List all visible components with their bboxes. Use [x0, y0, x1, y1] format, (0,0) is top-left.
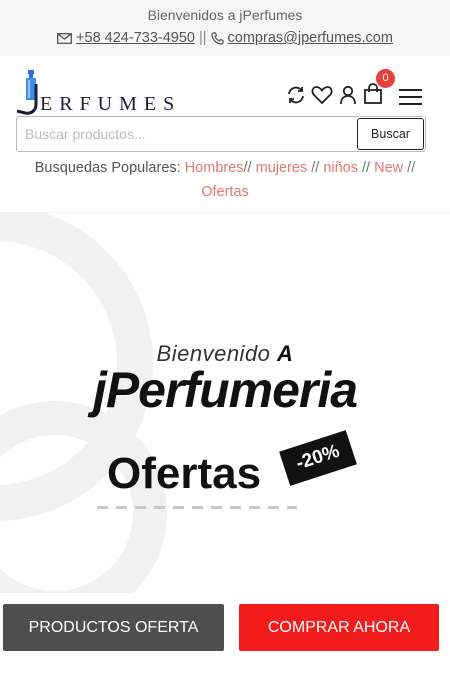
- hero-dashed-line: [97, 506, 297, 509]
- mail-icon: [57, 32, 72, 44]
- search-button[interactable]: Buscar: [357, 118, 424, 150]
- email-link[interactable]: compras@jperfumes.com: [228, 30, 393, 46]
- user-icon[interactable]: [339, 83, 357, 107]
- cart-count-badge: 0: [376, 69, 395, 88]
- popular-link-new[interactable]: New: [374, 160, 403, 176]
- contact-separator: ||: [198, 30, 207, 46]
- heart-icon[interactable]: [311, 83, 333, 107]
- logo-text: ERFUMES: [40, 93, 182, 115]
- popular-link-mujeres[interactable]: mujeres: [256, 160, 308, 176]
- top-bar: Bienvenidos a jPerfumes +58 424-733-4950…: [0, 0, 450, 56]
- hero-title: jPerfumeria: [92, 362, 358, 418]
- popular-link-hombres[interactable]: Hombres: [185, 160, 244, 176]
- search-bar: Buscar: [16, 116, 426, 152]
- hero-banner: Bienvenido A jPerfumeria Ofertas -20%: [0, 213, 450, 593]
- welcome-text: Bienvenidos a jPerfumes: [147, 7, 303, 23]
- hero-ofertas-text: Ofertas: [107, 449, 262, 498]
- popular-label: Busquedas Populares:: [34, 160, 181, 176]
- phone-icon: [210, 31, 224, 45]
- popular-link-ninos[interactable]: niños: [323, 160, 358, 176]
- popular-link-ofertas[interactable]: Ofertas: [201, 184, 249, 200]
- popular-searches: Busquedas Populares: Hombres// mujeres /…: [34, 160, 416, 200]
- search-input[interactable]: [17, 117, 357, 151]
- menu-icon[interactable]: [399, 85, 423, 109]
- refresh-icon[interactable]: [286, 83, 306, 107]
- phone-link[interactable]: +58 424-733-4950: [76, 30, 195, 46]
- comprar-ahora-button[interactable]: COMPRAR AHORA: [239, 604, 439, 651]
- contact-row: +58 424-733-4950 || compras@jperfumes.co…: [0, 30, 450, 46]
- productos-oferta-button[interactable]: PRODUCTOS OFERTA: [3, 604, 224, 651]
